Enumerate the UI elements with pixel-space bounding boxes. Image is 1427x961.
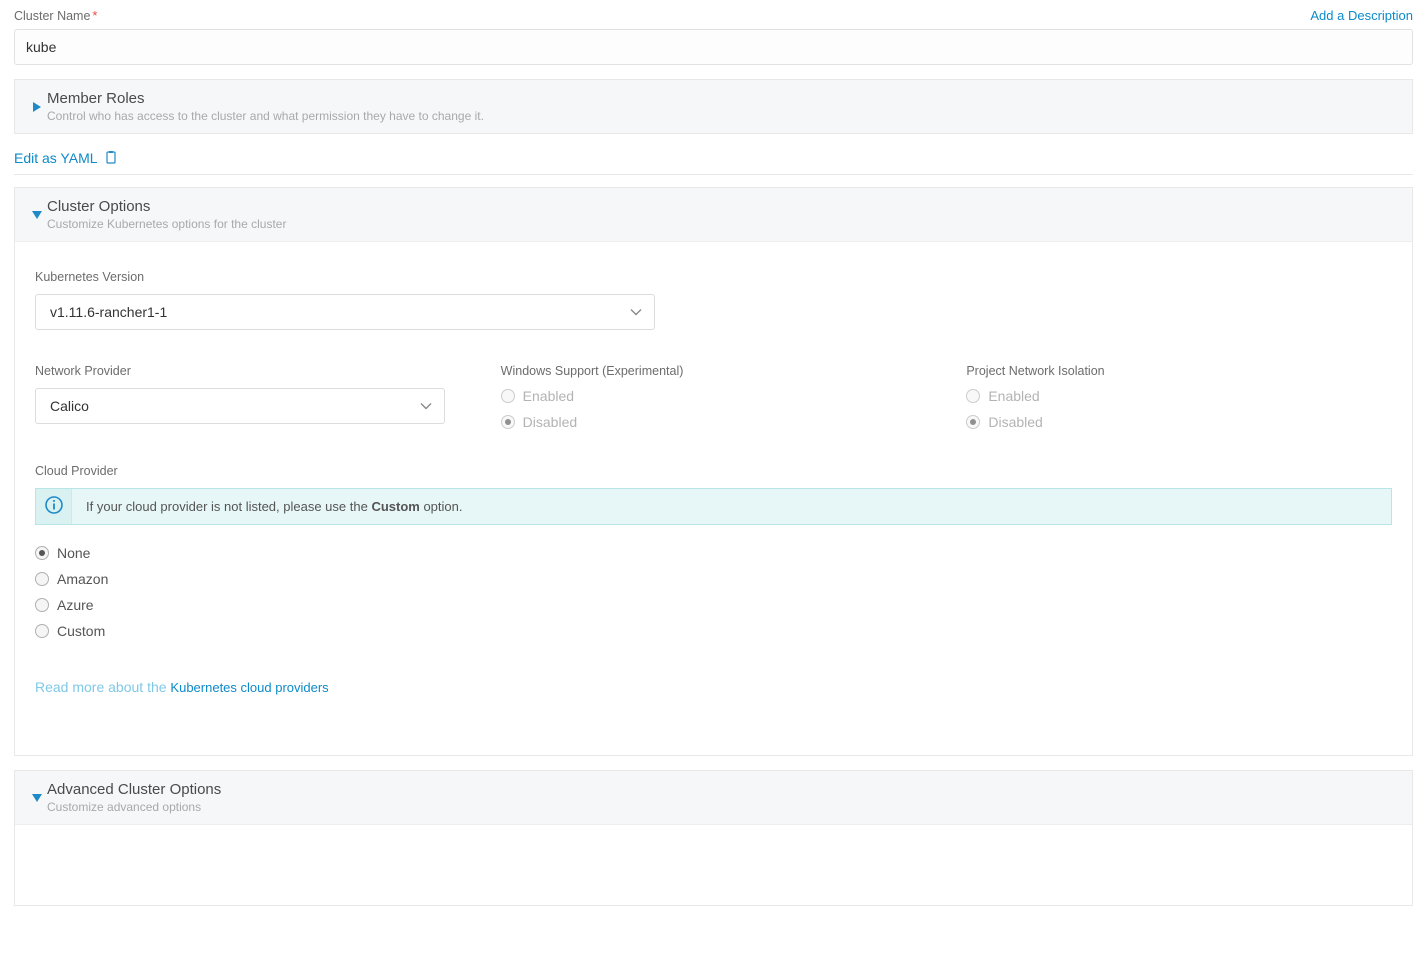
k8s-version-value: v1.11.6-rancher1-1	[36, 295, 654, 329]
clipboard-icon[interactable]	[104, 151, 118, 165]
k8s-version-select[interactable]: v1.11.6-rancher1-1	[35, 294, 655, 330]
radio-icon	[35, 624, 49, 638]
cloud-provider-custom-radio[interactable]: Custom	[35, 623, 1392, 639]
required-indicator: *	[92, 8, 97, 23]
project-iso-enabled-radio: Enabled	[966, 388, 1392, 404]
radio-icon	[501, 389, 515, 403]
k8s-version-label: Kubernetes Version	[35, 270, 1392, 284]
project-iso-disabled-radio: Disabled	[966, 414, 1392, 430]
edit-as-yaml-link[interactable]: Edit as YAML	[14, 150, 98, 166]
radio-icon	[35, 572, 49, 586]
info-text-prefix: If your cloud provider is not listed, pl…	[86, 499, 371, 514]
cluster-options-accordion-header[interactable]: Cluster Options Customize Kubernetes opt…	[15, 188, 1412, 241]
chevron-down-icon	[27, 211, 47, 219]
radio-icon	[966, 415, 980, 429]
cloud-provider-info-banner: If your cloud provider is not listed, pl…	[35, 488, 1392, 525]
cluster-options-title: Cluster Options	[47, 198, 1400, 215]
cluster-name-input[interactable]	[14, 29, 1413, 65]
network-provider-select[interactable]: Calico	[35, 388, 445, 424]
advanced-options-subtitle: Customize advanced options	[47, 800, 1400, 814]
info-icon	[45, 496, 63, 517]
windows-support-enabled-radio: Enabled	[501, 388, 927, 404]
advanced-options-accordion-header[interactable]: Advanced Cluster Options Customize advan…	[15, 771, 1412, 824]
advanced-options-title: Advanced Cluster Options	[47, 781, 1400, 798]
project-iso-label: Project Network Isolation	[966, 364, 1392, 378]
cluster-name-label: Cluster Name	[14, 9, 90, 23]
chevron-right-icon	[27, 102, 47, 112]
cloud-provider-label: Cloud Provider	[35, 464, 1392, 478]
add-description-link[interactable]: Add a Description	[1310, 8, 1413, 23]
cloud-provider-none-radio[interactable]: None	[35, 545, 1392, 561]
member-roles-accordion[interactable]: Member Roles Control who has access to t…	[14, 79, 1413, 134]
cluster-options-subtitle: Customize Kubernetes options for the clu…	[47, 217, 1400, 231]
chevron-down-icon	[27, 794, 47, 802]
network-provider-value: Calico	[36, 389, 444, 423]
info-text-bold: Custom	[371, 499, 419, 514]
radio-icon	[35, 546, 49, 560]
member-roles-title: Member Roles	[47, 90, 1400, 107]
info-text-suffix: option.	[420, 499, 463, 514]
cloud-provider-azure-radio[interactable]: Azure	[35, 597, 1392, 613]
readmore-prefix: Read more about the	[35, 679, 170, 695]
radio-icon	[501, 415, 515, 429]
network-provider-label: Network Provider	[35, 364, 461, 378]
radio-icon	[35, 598, 49, 612]
cloud-provider-amazon-radio[interactable]: Amazon	[35, 571, 1392, 587]
windows-support-disabled-radio: Disabled	[501, 414, 927, 430]
windows-support-label: Windows Support (Experimental)	[501, 364, 927, 378]
cloud-providers-doc-link[interactable]: Kubernetes cloud providers	[170, 680, 328, 695]
member-roles-subtitle: Control who has access to the cluster an…	[47, 109, 1400, 123]
radio-icon	[966, 389, 980, 403]
